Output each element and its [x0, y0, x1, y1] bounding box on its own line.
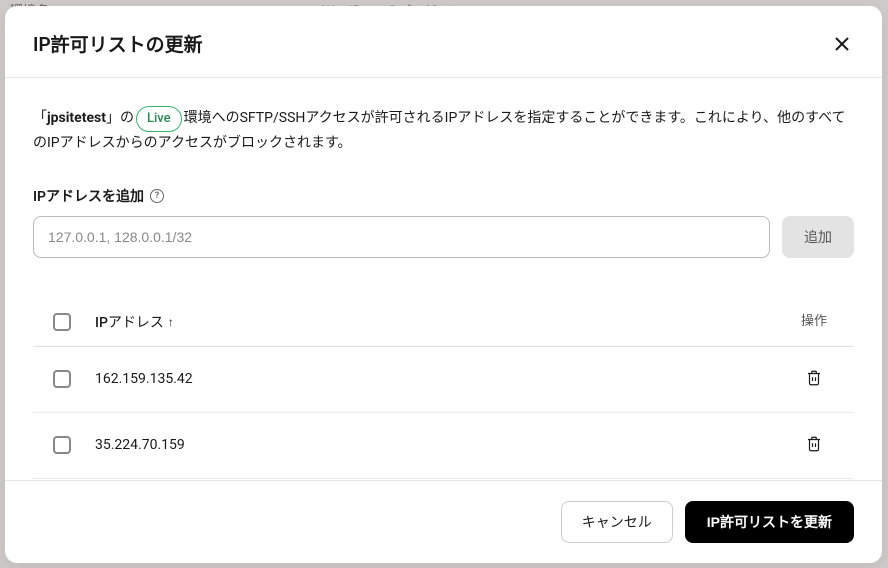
add-button[interactable]: 追加: [782, 216, 854, 258]
modal-dialog: IP許可リストの更新 「jpsitetest」のLive環境へのSFTP/SSH…: [5, 6, 882, 563]
input-row: 追加: [33, 216, 854, 258]
ip-table: IPアドレス ↑ 操作 162.159.135.42 3: [33, 298, 854, 479]
submit-button[interactable]: IP許可リストを更新: [685, 501, 854, 543]
table-header-row: IPアドレス ↑ 操作: [33, 298, 854, 347]
delete-button[interactable]: [801, 431, 827, 460]
help-icon[interactable]: ?: [150, 189, 164, 203]
ip-address-input[interactable]: [33, 216, 770, 258]
modal-body: 「jpsitetest」のLive環境へのSFTP/SSHアクセスが許可されるI…: [5, 78, 882, 480]
row-checkbox[interactable]: [53, 436, 71, 454]
modal-footer: キャンセル IP許可リストを更新: [5, 480, 882, 563]
column-header-ip-text: IPアドレス: [95, 312, 164, 332]
delete-button[interactable]: [801, 365, 827, 394]
cancel-button[interactable]: キャンセル: [561, 501, 673, 543]
table-row: 162.159.135.42: [33, 347, 854, 413]
field-label-text: IPアドレスを追加: [33, 186, 144, 206]
modal-title: IP許可リストの更新: [33, 30, 203, 57]
site-name: jpsitetest: [47, 110, 106, 126]
close-button[interactable]: [830, 32, 854, 56]
sort-ascending-icon: ↑: [168, 315, 174, 329]
desc-after-site: 」の: [106, 110, 134, 126]
modal-description: 「jpsitetest」のLive環境へのSFTP/SSHアクセスが許可されるI…: [33, 106, 854, 156]
environment-badge: Live: [136, 106, 182, 132]
field-label: IPアドレスを追加 ?: [33, 186, 854, 206]
column-header-ip[interactable]: IPアドレス ↑: [95, 312, 794, 332]
column-header-actions: 操作: [794, 314, 834, 330]
table-row: 35.224.70.159: [33, 413, 854, 479]
desc-prefix: 「: [33, 110, 47, 126]
close-icon: [834, 36, 850, 52]
trash-icon: [805, 435, 823, 453]
trash-icon: [805, 369, 823, 387]
ip-address-cell: 162.159.135.42: [95, 371, 794, 387]
row-checkbox[interactable]: [53, 370, 71, 388]
select-all-checkbox[interactable]: [53, 313, 71, 331]
ip-address-cell: 35.224.70.159: [95, 437, 794, 453]
modal-header: IP許可リストの更新: [5, 6, 882, 78]
